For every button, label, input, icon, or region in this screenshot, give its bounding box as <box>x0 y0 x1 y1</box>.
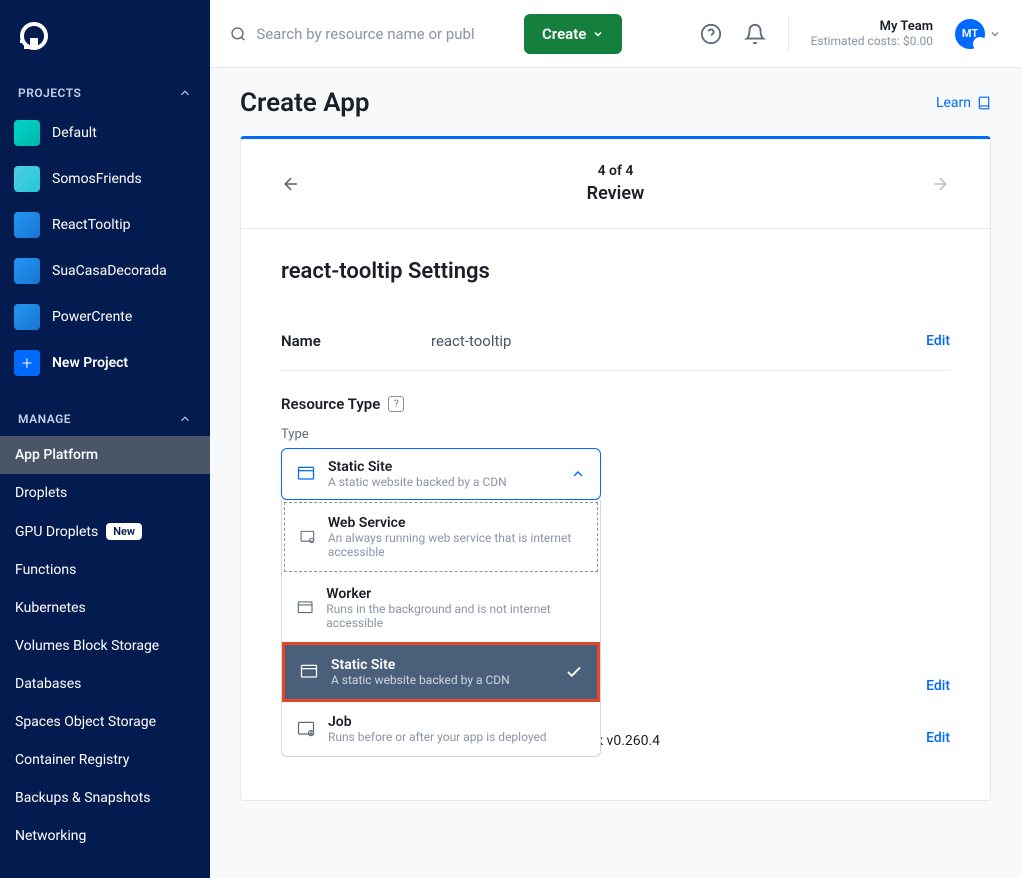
project-item-suacasadecorada[interactable]: SuaCasaDecorada <box>0 248 210 294</box>
manage-kubernetes[interactable]: Kubernetes <box>0 589 210 627</box>
manage-app-platform[interactable]: App Platform <box>0 436 210 474</box>
name-value: react-tooltip <box>431 332 926 350</box>
project-item-default[interactable]: Default <box>0 110 210 156</box>
manage-header[interactable]: MANAGE <box>0 402 210 436</box>
review-card: 4 of 4 Review react-tooltip Settings Nam… <box>240 136 991 801</box>
divider <box>788 16 789 52</box>
team-name: My Team <box>811 19 933 34</box>
topbar-icons: My Team Estimated costs: $0.00 MT <box>700 16 1001 52</box>
book-icon <box>977 96 991 110</box>
manage-gpu-droplets[interactable]: GPU DropletsNew <box>0 512 210 551</box>
topbar: Create My Team Estimated costs: $0.00 MT <box>210 0 1021 68</box>
forward-arrow <box>930 174 950 194</box>
team-cost: Estimated costs: $0.00 <box>811 34 933 48</box>
option-web-service[interactable]: Web ServiceAn always running web service… <box>284 502 598 572</box>
name-row: Name react-tooltip Edit <box>281 312 950 371</box>
plus-icon: + <box>14 350 40 376</box>
step-nav: 4 of 4 Review <box>241 139 990 229</box>
web-service-icon <box>299 527 316 547</box>
manage-droplets[interactable]: Droplets <box>0 474 210 512</box>
project-item-reacttooltip[interactable]: ReactTooltip <box>0 202 210 248</box>
manage-functions[interactable]: Functions <box>0 551 210 589</box>
search-wrap <box>230 25 510 43</box>
manage-spaces[interactable]: Spaces Object Storage <box>0 703 210 741</box>
create-button[interactable]: Create <box>524 14 622 54</box>
search-input[interactable] <box>256 25 510 43</box>
page-title: Create App <box>240 88 370 118</box>
sidebar: PROJECTS Default SomosFriends ReactToolt… <box>0 0 210 878</box>
chevron-up-icon <box>178 412 192 426</box>
chevron-up-icon <box>178 86 192 100</box>
project-item-powercrente[interactable]: PowerCrente <box>0 294 210 340</box>
project-icon <box>14 166 40 192</box>
dropdown-menu: Web ServiceAn always running web service… <box>281 500 601 757</box>
avatar: MT <box>955 19 985 49</box>
help-icon[interactable] <box>700 23 722 45</box>
resource-type-dropdown: Static Site A static website backed by a… <box>281 448 601 500</box>
project-icon <box>14 212 40 238</box>
card-body: react-tooltip Settings Name react-toolti… <box>241 229 990 800</box>
chevron-down-icon <box>989 28 1001 40</box>
account-menu[interactable]: MT <box>955 19 1001 49</box>
job-icon <box>296 719 316 739</box>
worker-icon <box>296 598 314 618</box>
edit-bandwidth-link[interactable]: Edit <box>926 678 950 694</box>
edit-name-link[interactable]: Edit <box>926 333 950 349</box>
manage-networking[interactable]: Networking <box>0 817 210 855</box>
project-icon <box>14 304 40 330</box>
static-site-icon <box>299 662 319 682</box>
resource-type-header: Resource Type ? <box>281 395 950 413</box>
dropdown-trigger[interactable]: Static Site A static website backed by a… <box>281 448 601 500</box>
step-info: 4 of 4 Review <box>587 163 645 204</box>
learn-link[interactable]: Learn <box>936 95 991 111</box>
project-icon <box>14 258 40 284</box>
team-info: My Team Estimated costs: $0.00 <box>811 19 933 48</box>
manage-volumes[interactable]: Volumes Block Storage <box>0 627 210 665</box>
name-label: Name <box>281 332 431 350</box>
chevron-up-icon <box>570 466 586 482</box>
search-icon <box>230 25 246 43</box>
main: Create My Team Estimated costs: $0.00 MT… <box>210 0 1021 878</box>
option-worker[interactable]: WorkerRuns in the background and is not … <box>282 574 600 642</box>
check-icon <box>565 663 583 681</box>
bell-icon[interactable] <box>744 23 766 45</box>
project-item-somosfriends[interactable]: SomosFriends <box>0 156 210 202</box>
option-job[interactable]: JobRuns before or after your app is depl… <box>282 702 600 756</box>
manage-databases[interactable]: Databases <box>0 665 210 703</box>
back-arrow[interactable] <box>281 174 301 194</box>
type-label: Type <box>281 427 950 442</box>
settings-title: react-tooltip Settings <box>281 259 950 284</box>
option-static-site[interactable]: Static SiteA static website backed by a … <box>282 642 600 702</box>
step-count: 4 of 4 <box>587 163 645 179</box>
help-icon[interactable]: ? <box>388 396 404 412</box>
page-header: Create App Learn <box>240 88 991 118</box>
manage-container-registry[interactable]: Container Registry <box>0 741 210 779</box>
static-site-icon <box>296 464 316 484</box>
edit-buildpack-link[interactable]: Edit <box>926 730 950 746</box>
manage-backups[interactable]: Backups & Snapshots <box>0 779 210 817</box>
chevron-down-icon <box>592 28 604 40</box>
project-icon <box>14 120 40 146</box>
new-badge: New <box>106 523 142 540</box>
content: Create App Learn 4 of 4 Review react-too… <box>210 68 1021 878</box>
new-project-button[interactable]: +New Project <box>0 340 210 386</box>
projects-header[interactable]: PROJECTS <box>0 76 210 110</box>
step-label: Review <box>587 183 645 204</box>
logo[interactable] <box>0 0 210 76</box>
